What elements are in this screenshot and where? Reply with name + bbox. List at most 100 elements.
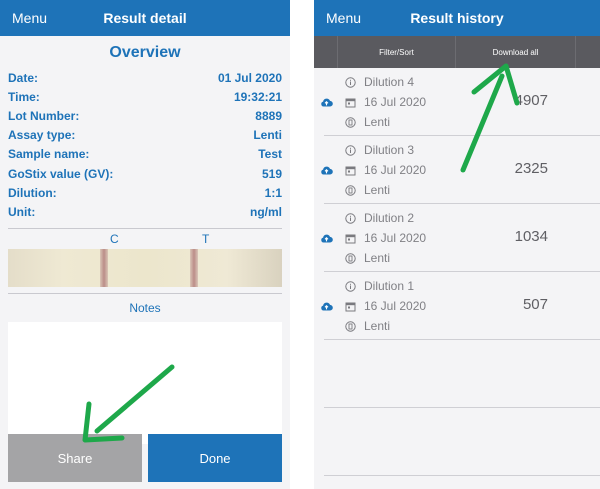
empty-row (324, 408, 600, 476)
result-date: 16 Jul 2020 (364, 299, 427, 313)
result-date-line: 16 Jul 2020 (344, 160, 426, 180)
cloud-upload-icon[interactable] (320, 233, 333, 243)
assay-icon (344, 116, 356, 128)
detail-label: Sample name: (8, 147, 90, 162)
strip-labels: C T (0, 229, 290, 247)
detail-label: GoStix value (GV): (8, 166, 114, 181)
detail-value: 01 Jul 2020 (217, 70, 282, 85)
detail-value: Lenti (253, 128, 282, 143)
info-icon (344, 212, 356, 224)
result-list: Dilution 4 16 Jul 2020 Lenti 4907 Diluti… (314, 68, 600, 476)
result-date: 16 Jul 2020 (364, 231, 427, 245)
calendar-icon (344, 300, 356, 312)
notes-label: Notes (129, 300, 161, 315)
share-button[interactable]: Share (8, 434, 142, 482)
result-value: 1034 (514, 228, 548, 245)
result-name-line: Dilution 4 (344, 72, 426, 92)
detail-value: 8889 (255, 108, 282, 123)
detail-label: Assay type: (8, 128, 76, 143)
control-line-label: C (110, 231, 119, 246)
cloud-upload-icon[interactable] (320, 165, 333, 175)
info-icon (344, 76, 356, 88)
assay-icon (344, 320, 356, 332)
section-title: Overview (109, 44, 181, 61)
divider (8, 292, 282, 294)
control-line (100, 248, 108, 287)
detail-row-sample-name: Sample name: Test (8, 145, 282, 164)
result-name: Dilution 2 (364, 211, 415, 225)
result-date-line: 16 Jul 2020 (344, 228, 426, 248)
detail-label: Time: (8, 89, 40, 104)
result-assay-line: Lenti (344, 316, 426, 336)
result-meta: Dilution 3 16 Jul 2020 Lenti (344, 140, 426, 200)
result-name: Dilution 1 (364, 279, 415, 293)
result-meta: Dilution 4 16 Jul 2020 Lenti (344, 72, 426, 132)
test-line-label: T (202, 231, 210, 246)
info-icon (344, 280, 356, 292)
assay-icon (344, 252, 356, 264)
result-name: Dilution 3 (364, 143, 415, 157)
calendar-icon (344, 96, 356, 108)
assay-icon (344, 184, 356, 196)
calendar-icon (344, 164, 356, 176)
result-date: 16 Jul 2020 (364, 163, 427, 177)
app-bar: Menu Result history (314, 0, 600, 36)
done-button[interactable]: Done (148, 434, 282, 482)
result-row[interactable]: Dilution 3 16 Jul 2020 Lenti 2325 (321, 136, 600, 204)
result-value: 507 (522, 296, 548, 313)
menu-button[interactable]: Menu (326, 10, 361, 26)
toolbar-spacer (314, 36, 338, 68)
result-meta: Dilution 2 16 Jul 2020 Lenti (344, 208, 426, 268)
detail-value: Test (258, 147, 282, 162)
download-all-button[interactable]: Download all (456, 36, 576, 68)
detail-row-dilution: Dilution: 1:1 (8, 183, 282, 202)
detail-row-gostix-value: GoStix value (GV): 519 (8, 164, 282, 183)
result-row[interactable]: Dilution 2 16 Jul 2020 Lenti 1034 (321, 204, 600, 272)
detail-value: 1:1 (264, 185, 282, 200)
toolbar: Filter/Sort Download all (314, 36, 600, 68)
result-assay: Lenti (364, 251, 391, 265)
detail-value: ng/ml (250, 204, 282, 219)
detail-row-lot-number: Lot Number: 8889 (8, 106, 282, 125)
filter-sort-button[interactable]: Filter/Sort (338, 36, 456, 68)
notes-input[interactable] (8, 321, 282, 444)
result-row[interactable]: Dilution 4 16 Jul 2020 Lenti 4907 (321, 68, 600, 136)
info-icon (344, 144, 356, 156)
test-strip-image (8, 248, 282, 287)
detail-row-date: Date: 01 Jul 2020 (8, 68, 282, 87)
test-line (190, 248, 198, 287)
result-assay-line: Lenti (344, 112, 426, 132)
result-meta: Dilution 1 16 Jul 2020 Lenti (344, 276, 426, 336)
app-bar: Menu Result detail (0, 0, 290, 36)
detail-label: Dilution: (8, 185, 57, 200)
result-assay: Lenti (364, 115, 391, 129)
menu-button[interactable]: Menu (12, 10, 47, 26)
cloud-upload-icon[interactable] (320, 97, 333, 107)
cloud-upload-icon[interactable] (320, 301, 333, 311)
result-assay: Lenti (364, 183, 391, 197)
detail-label: Date: (8, 70, 39, 85)
result-name-line: Dilution 1 (344, 276, 426, 296)
detail-list: Date: 01 Jul 2020 Time: 19:32:21 Lot Num… (0, 68, 290, 222)
detail-label: Unit: (8, 204, 36, 219)
result-name: Dilution 4 (364, 75, 415, 89)
result-assay-line: Lenti (344, 248, 426, 268)
result-name-line: Dilution 3 (344, 140, 426, 160)
detail-row-time: Time: 19:32:21 (8, 87, 282, 106)
result-assay: Lenti (364, 319, 391, 333)
result-value: 4907 (514, 92, 548, 109)
result-assay-line: Lenti (344, 180, 426, 200)
result-value: 2325 (514, 160, 548, 177)
result-date-line: 16 Jul 2020 (344, 92, 426, 112)
action-buttons: Share Done (8, 434, 282, 482)
empty-row (324, 340, 600, 408)
result-name-line: Dilution 2 (344, 208, 426, 228)
result-history-screen: Menu Result history Filter/Sort Download… (314, 0, 600, 489)
calendar-icon (344, 232, 356, 244)
detail-value: 19:32:21 (233, 89, 282, 104)
result-date: 16 Jul 2020 (364, 95, 427, 109)
detail-value: 519 (261, 166, 282, 181)
result-detail-screen: Menu Result detail Overview Date: 01 Jul… (0, 0, 290, 489)
result-row[interactable]: Dilution 1 16 Jul 2020 Lenti 507 (321, 272, 600, 340)
